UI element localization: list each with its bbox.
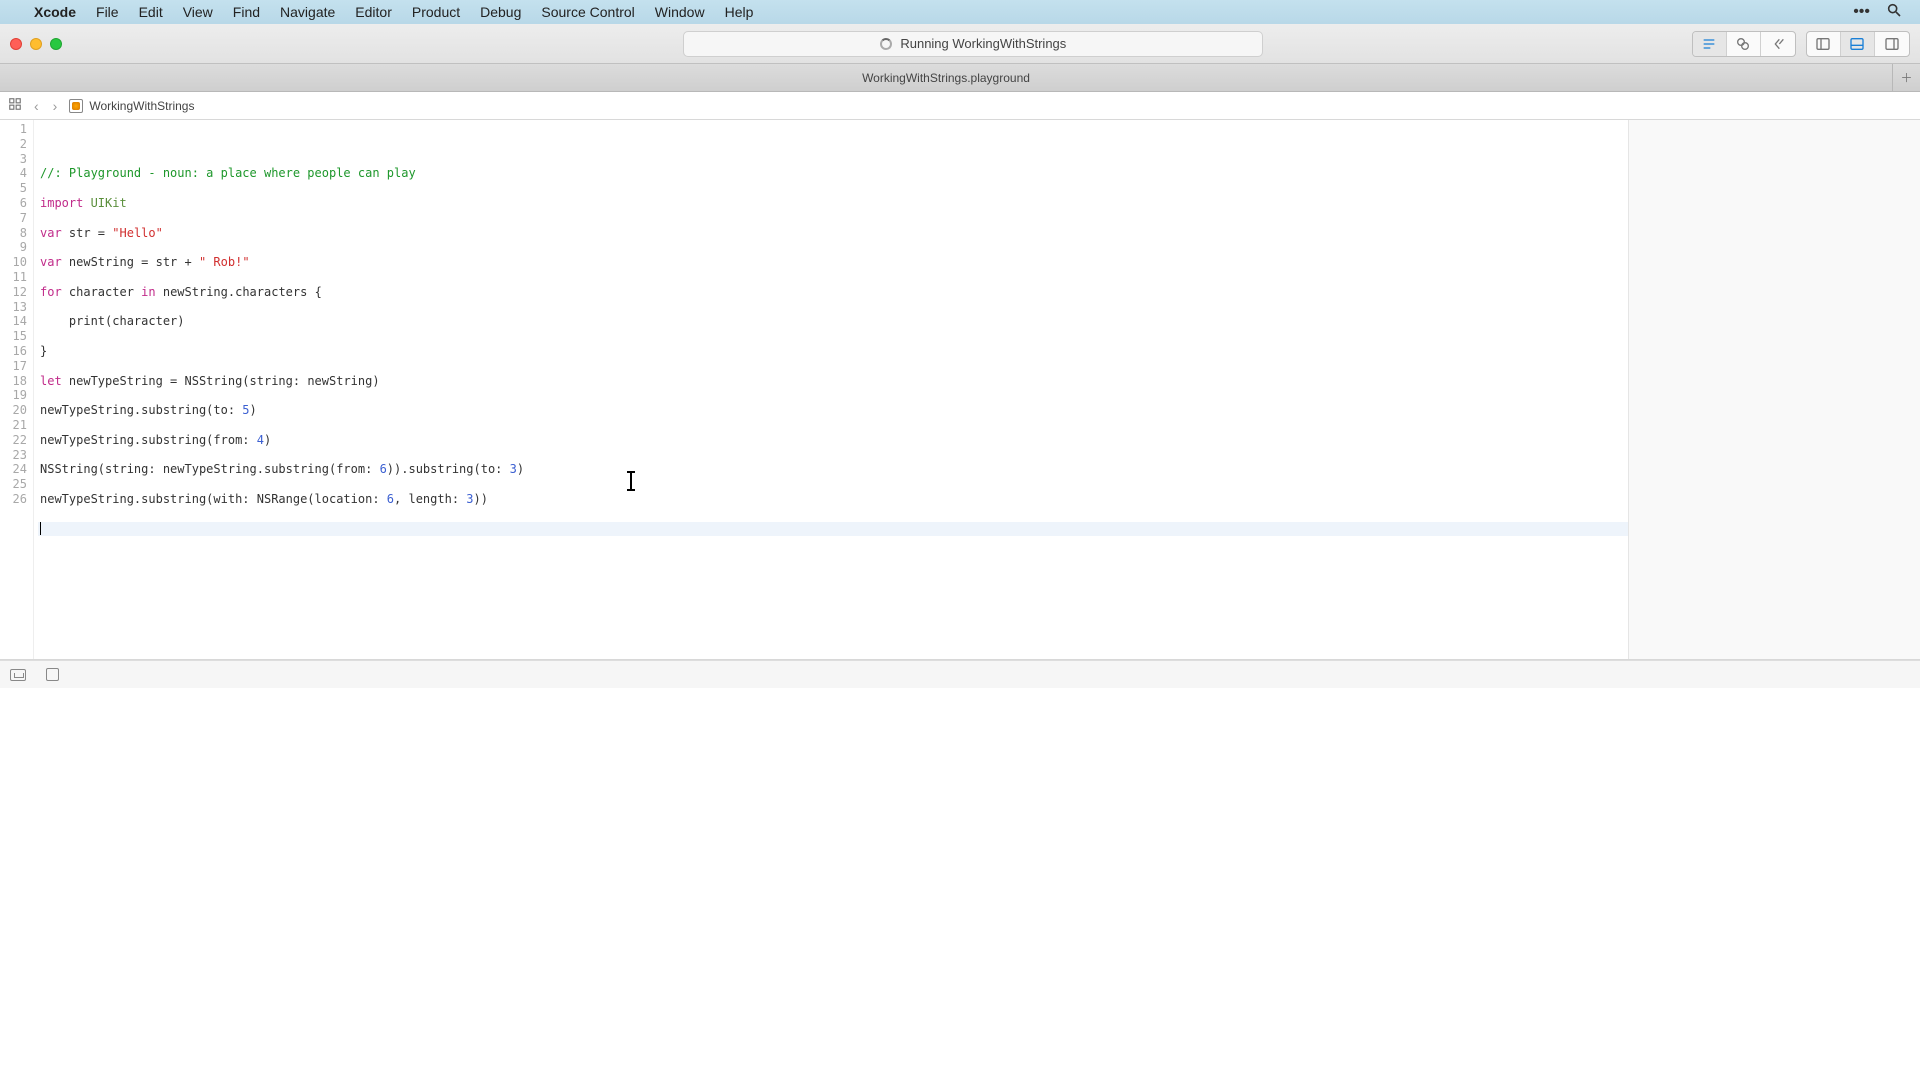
code-line[interactable]: newTypeString.substring(with: NSRange(lo…: [38, 492, 1628, 507]
toggle-debug-tray-button[interactable]: [10, 669, 26, 681]
stop-playground-button[interactable]: [46, 668, 59, 681]
menu-navigate[interactable]: Navigate: [270, 4, 345, 20]
line-gutter: 1234567891011121314151617181920212223242…: [0, 120, 34, 659]
tab-playground[interactable]: WorkingWithStrings.playground: [0, 71, 1892, 85]
breadcrumb[interactable]: WorkingWithStrings: [69, 99, 194, 113]
menu-source-control[interactable]: Source Control: [531, 4, 644, 20]
code-line[interactable]: newTypeString.substring(to: 5): [38, 403, 1628, 418]
activity-status: Running WorkingWithStrings: [683, 31, 1263, 57]
code-line[interactable]: print(character): [38, 314, 1628, 329]
menu-debug[interactable]: Debug: [470, 4, 531, 20]
related-items-icon[interactable]: [8, 97, 22, 114]
nav-back-button[interactable]: ‹: [32, 98, 41, 114]
text-cursor-icon: [630, 472, 632, 490]
window-toolbar: Running WorkingWithStrings: [0, 24, 1920, 64]
jump-bar: ‹ › WorkingWithStrings: [0, 92, 1920, 120]
macos-menubar: Xcode File Edit View Find Navigate Edito…: [0, 0, 1920, 24]
standard-editor-button[interactable]: [1693, 32, 1727, 56]
code-line[interactable]: [38, 477, 1628, 492]
code-line[interactable]: [38, 388, 1628, 403]
code-line[interactable]: //: Playground - noun: a place where peo…: [38, 166, 1628, 181]
code-line[interactable]: let newTypeString = NSString(string: new…: [38, 374, 1628, 389]
code-line[interactable]: [38, 359, 1628, 374]
code-line[interactable]: }: [38, 344, 1628, 359]
playground-file-icon: [69, 99, 83, 113]
status-label: Running WorkingWithStrings: [900, 36, 1066, 51]
code-line[interactable]: var newString = str + " Rob!": [38, 255, 1628, 270]
code-line[interactable]: NSString(string: newTypeString.substring…: [38, 462, 1628, 477]
menu-file[interactable]: File: [86, 4, 129, 20]
code-editor[interactable]: //: Playground - noun: a place where peo…: [34, 120, 1628, 659]
menu-window[interactable]: Window: [645, 4, 715, 20]
app-menu[interactable]: Xcode: [24, 4, 86, 20]
menu-edit[interactable]: Edit: [129, 4, 173, 20]
minimize-window-button[interactable]: [30, 38, 42, 50]
menu-help[interactable]: Help: [715, 4, 764, 20]
results-sidebar: [1628, 120, 1920, 659]
toggle-debug-area-button[interactable]: [1841, 32, 1875, 56]
menu-view[interactable]: View: [173, 4, 223, 20]
code-line[interactable]: [38, 522, 1628, 537]
traffic-lights: [10, 38, 62, 50]
version-editor-button[interactable]: [1761, 32, 1795, 56]
code-line[interactable]: [38, 270, 1628, 285]
spinner-icon: [880, 38, 892, 50]
panel-toggle-group: [1806, 31, 1910, 57]
code-line[interactable]: [38, 211, 1628, 226]
debug-bar: [0, 660, 1920, 688]
tab-bar: WorkingWithStrings.playground ＋: [0, 64, 1920, 92]
editor-area: 1234567891011121314151617181920212223242…: [0, 120, 1920, 660]
toggle-utilities-button[interactable]: [1875, 32, 1909, 56]
assistant-editor-button[interactable]: [1727, 32, 1761, 56]
code-line[interactable]: import UIKit: [38, 196, 1628, 211]
breadcrumb-file: WorkingWithStrings: [89, 99, 194, 113]
code-line[interactable]: var str = "Hello": [38, 226, 1628, 241]
code-line[interactable]: [38, 300, 1628, 315]
close-window-button[interactable]: [10, 38, 22, 50]
code-line[interactable]: [38, 240, 1628, 255]
menu-product[interactable]: Product: [402, 4, 470, 20]
spotlight-icon[interactable]: [1878, 2, 1910, 23]
nav-forward-button[interactable]: ›: [51, 98, 60, 114]
code-line[interactable]: [38, 418, 1628, 433]
code-line[interactable]: [38, 329, 1628, 344]
editor-mode-group: [1692, 31, 1796, 57]
menu-find[interactable]: Find: [223, 4, 270, 20]
add-tab-button[interactable]: ＋: [1892, 64, 1920, 91]
code-line[interactable]: newTypeString.substring(from: 4): [38, 433, 1628, 448]
code-line[interactable]: [38, 507, 1628, 522]
overflow-icon[interactable]: •••: [1845, 3, 1878, 21]
code-line[interactable]: [38, 536, 1628, 551]
zoom-window-button[interactable]: [50, 38, 62, 50]
code-line[interactable]: [38, 448, 1628, 463]
menu-editor[interactable]: Editor: [345, 4, 402, 20]
code-line[interactable]: for character in newString.characters {: [38, 285, 1628, 300]
code-line[interactable]: [38, 181, 1628, 196]
toggle-navigator-button[interactable]: [1807, 32, 1841, 56]
